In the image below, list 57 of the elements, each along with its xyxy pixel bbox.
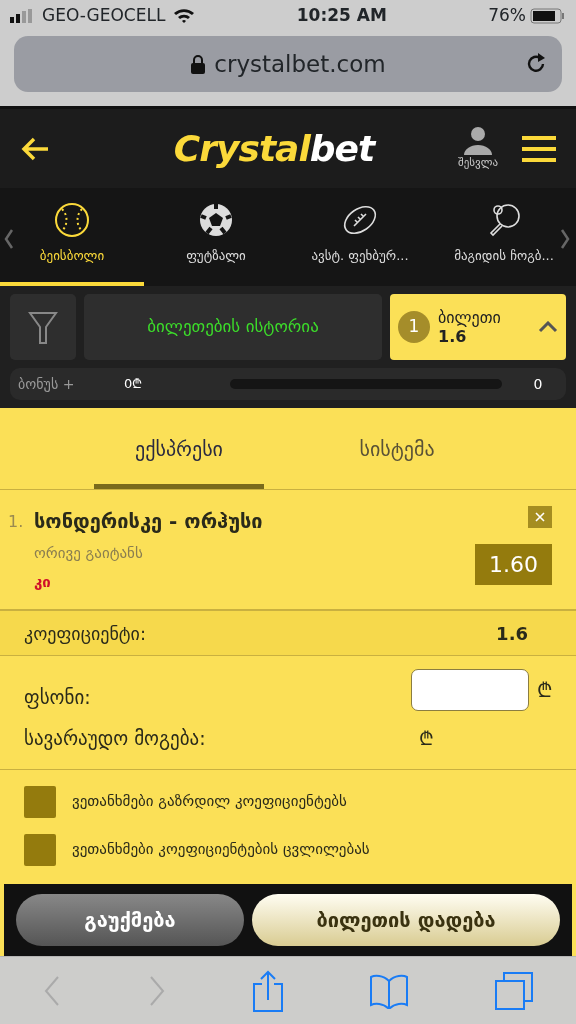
stake-input[interactable] — [411, 669, 529, 711]
sport-tab[interactable]: ფუტზალი — [144, 188, 288, 286]
bet-type-tab[interactable]: სისტემა — [312, 408, 482, 489]
back-arrow-icon[interactable] — [20, 135, 50, 162]
menu-icon[interactable] — [522, 134, 556, 163]
chevron-up-icon — [538, 321, 558, 333]
funnel-icon — [28, 309, 58, 345]
battery-percent: 76% — [488, 4, 526, 28]
sport-tab[interactable]: ავსტ. ფეხბურ... — [288, 188, 432, 286]
currency-sign: ₾ — [537, 677, 552, 704]
address-bar[interactable]: crystalbet.com — [14, 36, 562, 92]
close-button[interactable] — [528, 506, 552, 528]
agreement-label: ვეთანხმები კოეფიციენტების ცვლილებას — [72, 839, 370, 861]
cancel-button[interactable]: გაუქმება — [16, 893, 244, 946]
coefficient-label: კოეფიციენტი: — [24, 621, 146, 646]
outcome-name: კი — [34, 571, 52, 593]
close-icon — [535, 512, 545, 522]
checkbox[interactable] — [24, 833, 56, 866]
user-icon — [463, 125, 493, 156]
coefficient-value: 1.6 — [496, 621, 528, 646]
signal-icon — [10, 9, 34, 23]
ticket-label: ბილეთი — [438, 307, 502, 327]
filter-button[interactable] — [10, 294, 76, 360]
ticket-history-button[interactable]: ბილეთების ისტორია — [84, 294, 382, 360]
clock-time: 10:25 AM — [296, 4, 387, 28]
currency-sign: ₾ — [419, 726, 434, 751]
login-button[interactable]: შესვლა — [458, 125, 498, 172]
sport-tab[interactable]: მაგიდის ჩოგბ... — [432, 188, 576, 286]
ticket-odds: 1.6 — [438, 327, 468, 347]
soccer-ball-icon — [198, 202, 234, 238]
right-chevron-icon[interactable] — [560, 228, 570, 250]
checkbox[interactable] — [24, 785, 56, 818]
tabs-icon[interactable] — [493, 970, 534, 1011]
match-title: სონდერისკე - ორჰუსი — [34, 508, 264, 535]
url-text: crystalbet.com — [214, 49, 386, 79]
lock-icon — [190, 54, 207, 74]
carrier-name: GEO-GEOCELL — [42, 4, 166, 28]
place-bet-button[interactable]: ბილეთის დადება — [252, 893, 560, 946]
share-icon[interactable] — [252, 969, 284, 1012]
potential-win-label: სავარაუდო მოგება: — [24, 726, 207, 752]
battery-icon — [530, 8, 566, 24]
wifi-icon — [173, 8, 196, 24]
bonus-amount: 0₾ — [124, 375, 144, 394]
bet-type-tab[interactable]: ექსპრესი — [94, 408, 264, 489]
selection-number: 1. — [8, 511, 25, 533]
ticket-button[interactable]: 1 ბილეთი 1.6 — [390, 294, 566, 360]
stake-label: ფსონი: — [24, 684, 92, 711]
left-chevron-icon[interactable] — [4, 228, 14, 250]
bonus-reading: 0 — [532, 374, 544, 394]
baseball-icon — [54, 202, 90, 238]
ticket-count-badge: 1 — [398, 311, 430, 343]
logo[interactable]: Crystalbet — [173, 127, 375, 169]
market-name: ორივე გაიტანს — [34, 543, 144, 564]
agreement-label: ვეთანხმები გაზრდილ კოეფიციენტებს — [72, 791, 347, 813]
selection-odds: 1.60 — [475, 544, 552, 585]
bonus-label: ბონუს + — [18, 374, 76, 394]
book-icon[interactable] — [368, 972, 409, 1009]
